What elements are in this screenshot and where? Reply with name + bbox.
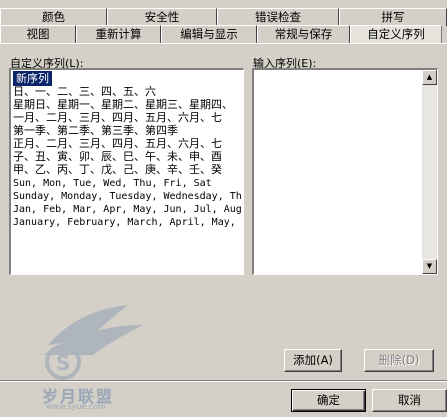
tab-edit-display[interactable]: 编辑与显示 xyxy=(161,25,257,43)
tab-view[interactable]: 视图 xyxy=(0,25,76,43)
tab-panel-border xyxy=(0,43,447,44)
tab-colors[interactable]: 颜色 xyxy=(0,8,107,26)
scroll-down-icon[interactable]: ▼ xyxy=(422,259,437,274)
tab-error-checking[interactable]: 错误检查 xyxy=(217,8,339,26)
list-item[interactable]: 甲、乙、丙、丁、戊、己、庚、辛、壬、癸 xyxy=(13,162,222,177)
delete-button[interactable]: 删除(D) xyxy=(364,349,434,372)
tab-custom-lists[interactable]: 自定义序列 xyxy=(350,25,442,43)
ok-button[interactable]: 确定 xyxy=(291,389,366,412)
tab-general-save[interactable]: 常规与保存 xyxy=(257,25,350,43)
custom-lists-listbox[interactable]: 新序列 日、一、二、三、四、五、六 星期日、星期一、星期二、星期三、星期四、 一… xyxy=(9,68,244,275)
cancel-button[interactable]: 取消 xyxy=(372,389,447,412)
watermark-url: www.syue.com xyxy=(46,402,106,411)
tab-spelling[interactable]: 拼写 xyxy=(339,8,447,26)
list-entries-textbox[interactable]: ▲ ▼ xyxy=(252,68,438,275)
vertical-scrollbar[interactable]: ▲ ▼ xyxy=(422,70,437,274)
scroll-up-icon[interactable]: ▲ xyxy=(422,70,437,85)
tab-calculation[interactable]: 重新计算 xyxy=(76,25,161,43)
list-item[interactable]: January, February, March, April, May, . xyxy=(13,215,243,230)
tab-security[interactable]: 安全性 xyxy=(107,8,217,26)
tab-row-top: 颜色 安全性 错误检查 拼写 xyxy=(0,8,447,26)
tab-row-bottom: 视图 重新计算 编辑与显示 常规与保存 自定义序列 xyxy=(0,25,447,43)
logo-letter: S xyxy=(56,351,70,375)
bottom-separator xyxy=(0,380,447,382)
add-button[interactable]: 添加(A) xyxy=(284,349,342,372)
